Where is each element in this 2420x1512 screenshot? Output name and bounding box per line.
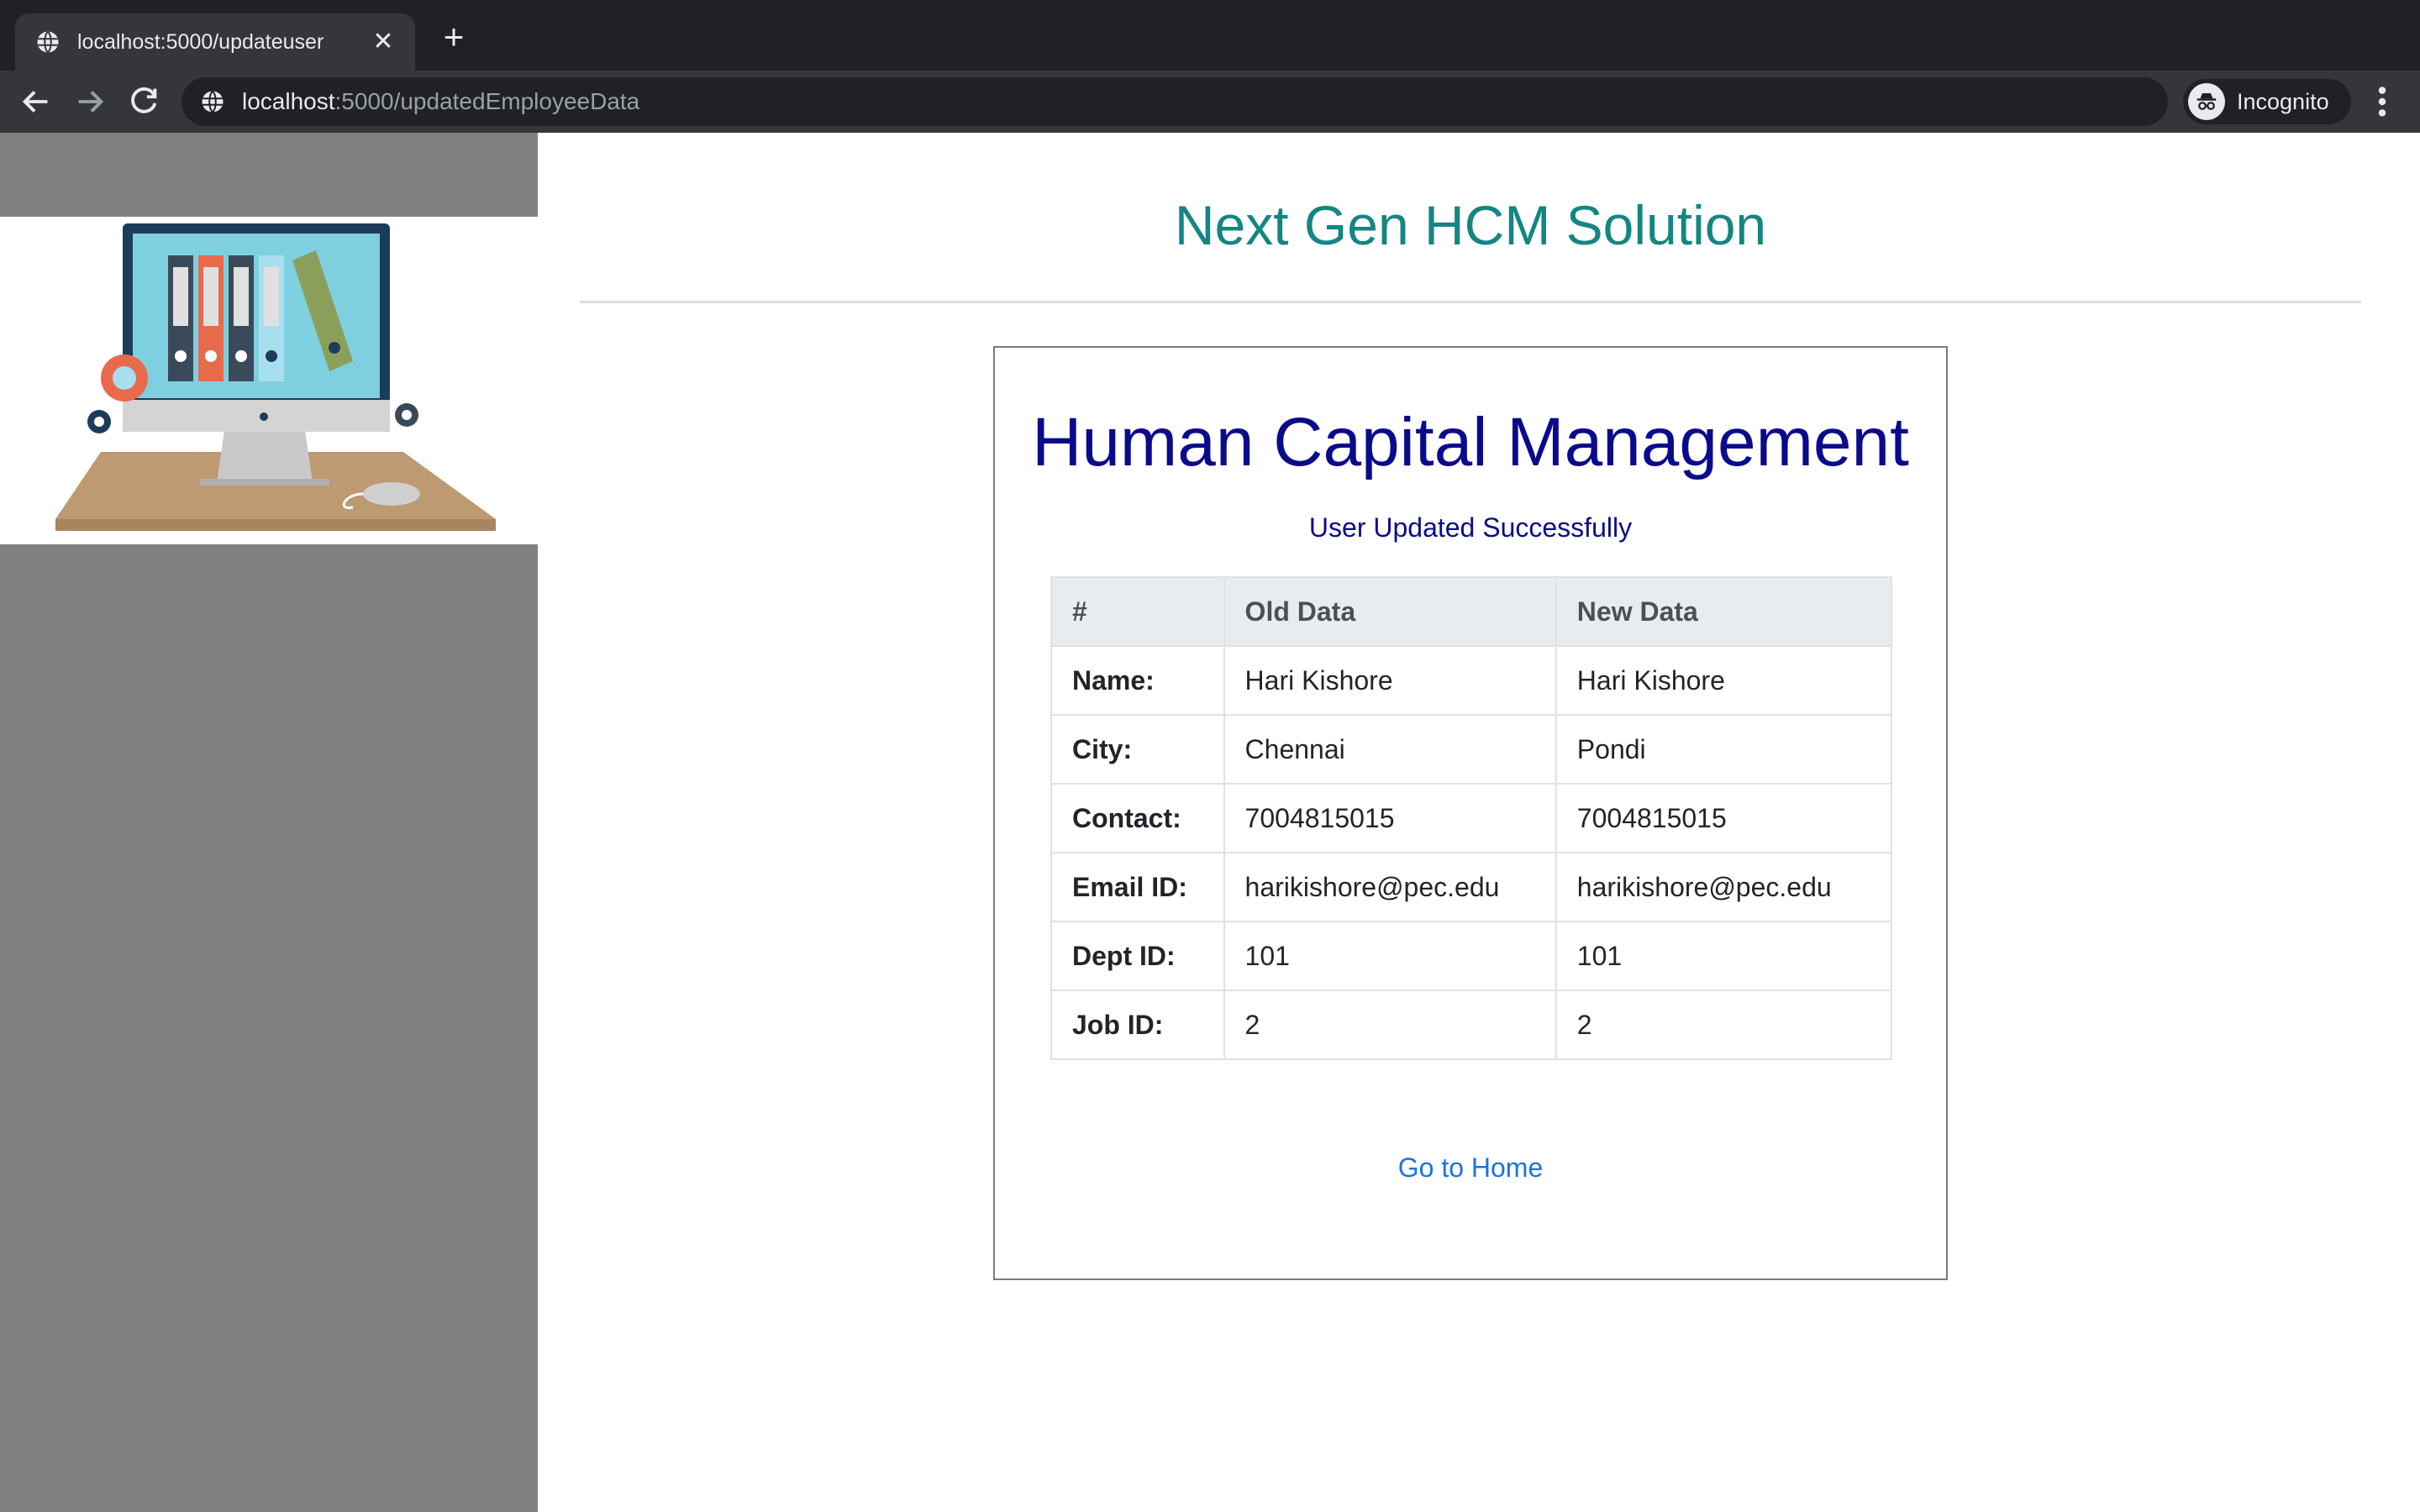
more-vert-icon[interactable] bbox=[2370, 82, 2395, 121]
row-label: City: bbox=[1050, 714, 1225, 785]
browser-tab-bar: localhost:5000/updateuser ✕ + bbox=[0, 0, 2420, 71]
table-row: Name: Hari Kishore Hari Kishore bbox=[1050, 645, 1893, 716]
comparison-table: # Old Data New Data Name: Hari Kishore H… bbox=[1050, 576, 1893, 1060]
table-row: Contact: 7004815015 7004815015 bbox=[1050, 783, 1893, 853]
address-bar[interactable]: localhost:5000/updatedEmployeeData bbox=[182, 77, 2168, 126]
back-arrow-icon[interactable] bbox=[17, 82, 55, 121]
divider bbox=[580, 301, 2361, 303]
table-row: Dept ID: 101 101 bbox=[1050, 921, 1893, 991]
table-row: Job ID: 2 2 bbox=[1050, 990, 1893, 1060]
table-row: Email ID: harikishore@pec.edu harikishor… bbox=[1050, 852, 1893, 922]
new-value: harikishore@pec.edu bbox=[1555, 852, 1893, 922]
page-content: Next Gen HCM Solution Human Capital Mana… bbox=[0, 133, 2420, 1512]
column-header: New Data bbox=[1555, 576, 1893, 647]
sidebar-illustration bbox=[0, 217, 538, 544]
forward-arrow-icon[interactable] bbox=[71, 82, 109, 121]
column-header: Old Data bbox=[1223, 576, 1557, 647]
plus-icon[interactable]: + bbox=[435, 18, 472, 55]
tab-title: localhost:5000/updateuser bbox=[77, 29, 324, 54]
browser-tab[interactable]: localhost:5000/updateuser ✕ bbox=[15, 13, 415, 71]
globe-icon bbox=[37, 30, 59, 54]
column-header: # bbox=[1050, 576, 1225, 647]
row-label: Contact: bbox=[1050, 783, 1225, 853]
incognito-label: Incognito bbox=[2237, 88, 2329, 114]
browser-toolbar: localhost:5000/updatedEmployeeData Incog… bbox=[0, 71, 2420, 133]
old-value: Chennai bbox=[1223, 714, 1557, 785]
old-value: 7004815015 bbox=[1223, 783, 1557, 853]
old-value: 101 bbox=[1223, 921, 1557, 991]
new-value: 2 bbox=[1555, 990, 1893, 1060]
card-heading: Human Capital Management bbox=[1032, 404, 1909, 480]
row-label: Email ID: bbox=[1050, 852, 1225, 922]
site-info-icon[interactable] bbox=[200, 89, 225, 114]
sidebar bbox=[0, 133, 538, 1512]
site-title: Next Gen HCM Solution bbox=[1174, 194, 1767, 256]
old-value: 2 bbox=[1223, 990, 1557, 1060]
go-home-link[interactable]: Go to Home bbox=[995, 1152, 1946, 1184]
incognito-badge[interactable]: Incognito bbox=[2183, 79, 2351, 124]
row-label: Dept ID: bbox=[1050, 921, 1225, 991]
status-message: User Updated Successfully bbox=[1308, 512, 1633, 543]
reload-icon[interactable] bbox=[124, 82, 163, 121]
old-value: harikishore@pec.edu bbox=[1223, 852, 1557, 922]
old-value: Hari Kishore bbox=[1223, 645, 1557, 716]
row-label: Name: bbox=[1050, 645, 1225, 716]
new-value: Pondi bbox=[1555, 714, 1893, 785]
table-row: City: Chennai Pondi bbox=[1050, 714, 1893, 785]
table-header-row: # Old Data New Data bbox=[1050, 576, 1893, 647]
url-host: localhost bbox=[242, 88, 335, 114]
url-path: :5000/updatedEmployeeData bbox=[334, 88, 640, 114]
new-value: 7004815015 bbox=[1555, 783, 1893, 853]
incognito-icon bbox=[2188, 83, 2225, 120]
close-icon[interactable]: ✕ bbox=[368, 27, 398, 57]
new-value: 101 bbox=[1555, 921, 1893, 991]
result-card: Human Capital Management User Updated Su… bbox=[993, 346, 1948, 1280]
new-value: Hari Kishore bbox=[1555, 645, 1893, 716]
row-label: Job ID: bbox=[1050, 990, 1225, 1060]
